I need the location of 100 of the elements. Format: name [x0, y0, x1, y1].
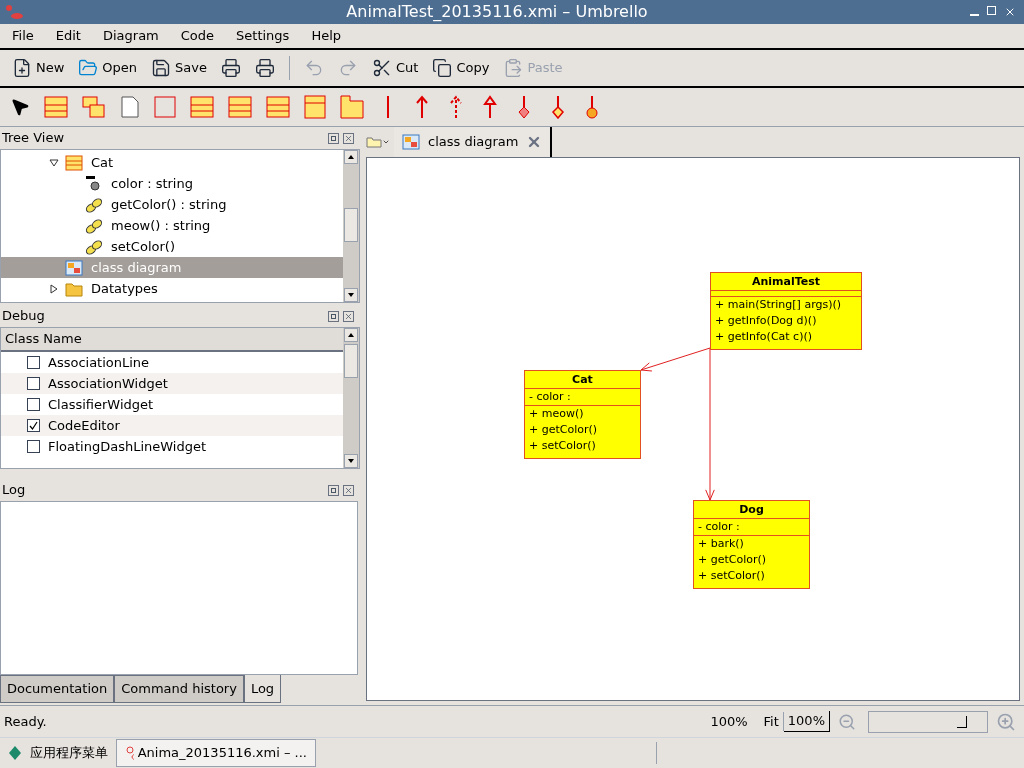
tree-item[interactable]: Datatypes: [1, 278, 343, 299]
class-box[interactable]: Cat - color : + meow() + getColor() + setColor(): [524, 370, 641, 459]
template-icon: [82, 96, 106, 118]
zoom-button[interactable]: 100%: [783, 711, 830, 732]
dock-tab[interactable]: Command history: [114, 675, 244, 703]
float-icon[interactable]: [328, 132, 339, 144]
toolbar-button[interactable]: Open: [74, 53, 142, 83]
app-logo-icon: [4, 3, 24, 21]
circle-icon: [585, 95, 599, 119]
folder-icon: [65, 280, 83, 297]
panel-title: Tree View: [2, 129, 65, 148]
printer-icon: [255, 58, 275, 78]
tree-item[interactable]: setColor(): [1, 236, 343, 257]
app-logo-icon: [125, 745, 134, 761]
arrow-icon: [415, 95, 429, 119]
class-operation: + main(String[] args)(): [715, 297, 843, 313]
close-icon[interactable]: [343, 132, 354, 144]
dashed-arrow-icon: [449, 95, 463, 119]
note-icon: [120, 96, 140, 118]
dock-tab[interactable]: Documentation: [0, 675, 115, 703]
class-operation: + getInfo(Cat c)(): [715, 329, 814, 345]
scrollbar-thumb[interactable]: [344, 208, 358, 242]
clipboard-icon: [503, 58, 524, 78]
class-operation: + getInfo(Dog d)(): [715, 313, 818, 329]
undo-icon: [304, 58, 324, 78]
tree-item[interactable]: meow() : string: [1, 215, 343, 236]
class-operation: + setColor(): [529, 438, 597, 454]
package-icon: [340, 95, 364, 119]
menu-item[interactable]: Help: [311, 26, 342, 46]
class-operation: + bark(): [698, 536, 745, 552]
slider-handle[interactable]: [957, 715, 967, 728]
class-name: AnimalTest: [711, 273, 861, 291]
attribute-icon: [85, 175, 103, 192]
menu-item[interactable]: Diagram: [102, 26, 159, 46]
diagram-tab[interactable]: class diagram: [394, 127, 553, 157]
new-diagram-icon[interactable]: [366, 136, 390, 148]
dock-tab[interactable]: Log: [243, 675, 282, 703]
class-box[interactable]: AnimalTest + main(String[] args)() + getInfo(Dog d)() + getInfo(Cat c)(): [710, 272, 862, 350]
toolbar-button[interactable]: New: [8, 53, 69, 83]
class-name: AssociationLine: [48, 353, 150, 372]
status-text: Ready.: [4, 712, 48, 731]
toolbar-button[interactable]: Copy: [428, 53, 494, 83]
close-icon[interactable]: [1004, 6, 1016, 18]
taskbar-window[interactable]: Anima_20135116.xmi – ...: [116, 739, 316, 767]
close-icon[interactable]: [343, 484, 354, 496]
checkbox[interactable]: [27, 356, 40, 369]
class-box[interactable]: Dog - color : + bark() + getColor() + setColor(): [693, 500, 810, 589]
tree-item[interactable]: color : string: [1, 173, 343, 194]
close-icon[interactable]: [343, 310, 354, 322]
checkbox[interactable]: [27, 377, 40, 390]
toolbar-button[interactable]: Save: [147, 53, 211, 83]
restore-icon[interactable]: [987, 6, 996, 15]
app-menu-button[interactable]: 应用程序菜单: [0, 743, 116, 763]
box-icon: [154, 96, 176, 118]
menu-item[interactable]: Edit: [55, 26, 81, 46]
class-icon: [65, 154, 83, 171]
fit-button[interactable]: Fit: [759, 711, 784, 732]
scrollbar[interactable]: [343, 328, 359, 468]
class-attribute: - color :: [529, 389, 572, 405]
column-header[interactable]: Class Name: [1, 328, 343, 352]
checkbox[interactable]: [27, 398, 40, 411]
expand-triangle-icon[interactable]: [49, 283, 59, 294]
float-icon[interactable]: [328, 484, 339, 496]
save-icon: [151, 58, 172, 78]
class-operation: + getColor(): [698, 552, 768, 568]
diagram-icon: [65, 259, 83, 276]
class-name: ClassifierWidget: [48, 395, 154, 414]
toolbar-button[interactable]: Cut: [368, 53, 423, 83]
folder-icon: [78, 58, 99, 78]
checkbox[interactable]: [27, 419, 40, 432]
class-operation: + getColor(): [529, 422, 599, 438]
class-icon: [190, 96, 214, 118]
class-name: Dog: [694, 501, 809, 519]
scrollbar[interactable]: [343, 150, 359, 302]
operation-icon: [85, 196, 103, 213]
zoom-level: 100%: [710, 712, 748, 731]
line-icon: [385, 95, 391, 119]
diagram-icon: [402, 134, 420, 150]
operation-icon: [85, 217, 103, 234]
zoom-out-icon[interactable]: [838, 712, 856, 731]
class-attribute: - color :: [698, 519, 741, 535]
pointer-icon: [10, 97, 30, 117]
panel-title: Log: [2, 481, 26, 500]
menu-item[interactable]: Code: [180, 26, 215, 46]
window-title: AnimalTest_20135116.xmi – Umbrello: [345, 1, 649, 23]
float-icon[interactable]: [328, 310, 339, 322]
menu-item[interactable]: File: [12, 26, 34, 46]
class-operation: + setColor(): [698, 568, 766, 584]
diagram-canvas[interactable]: AnimalTest + main(String[] args)() + getInfo(Dog d)() + getInfo(Cat c)() Cat - color : + meow() + getColor() + setColor() Dog - color : + bark() + getColor() + setColor(): [366, 157, 1020, 701]
menu-item[interactable]: Settings: [236, 26, 290, 46]
tree-item[interactable]: Cat: [1, 152, 343, 173]
new-file-icon: [12, 58, 32, 78]
collapse-triangle-icon[interactable]: [49, 157, 59, 168]
checkbox[interactable]: [27, 440, 40, 453]
diamond-icon: [551, 95, 565, 119]
leaf-icon: [8, 745, 22, 761]
tree-item[interactable]: getColor() : string: [1, 194, 343, 215]
zoom-in-icon[interactable]: [996, 711, 1016, 732]
scrollbar-thumb[interactable]: [344, 344, 358, 378]
class-name: CodeEditor: [48, 416, 120, 435]
